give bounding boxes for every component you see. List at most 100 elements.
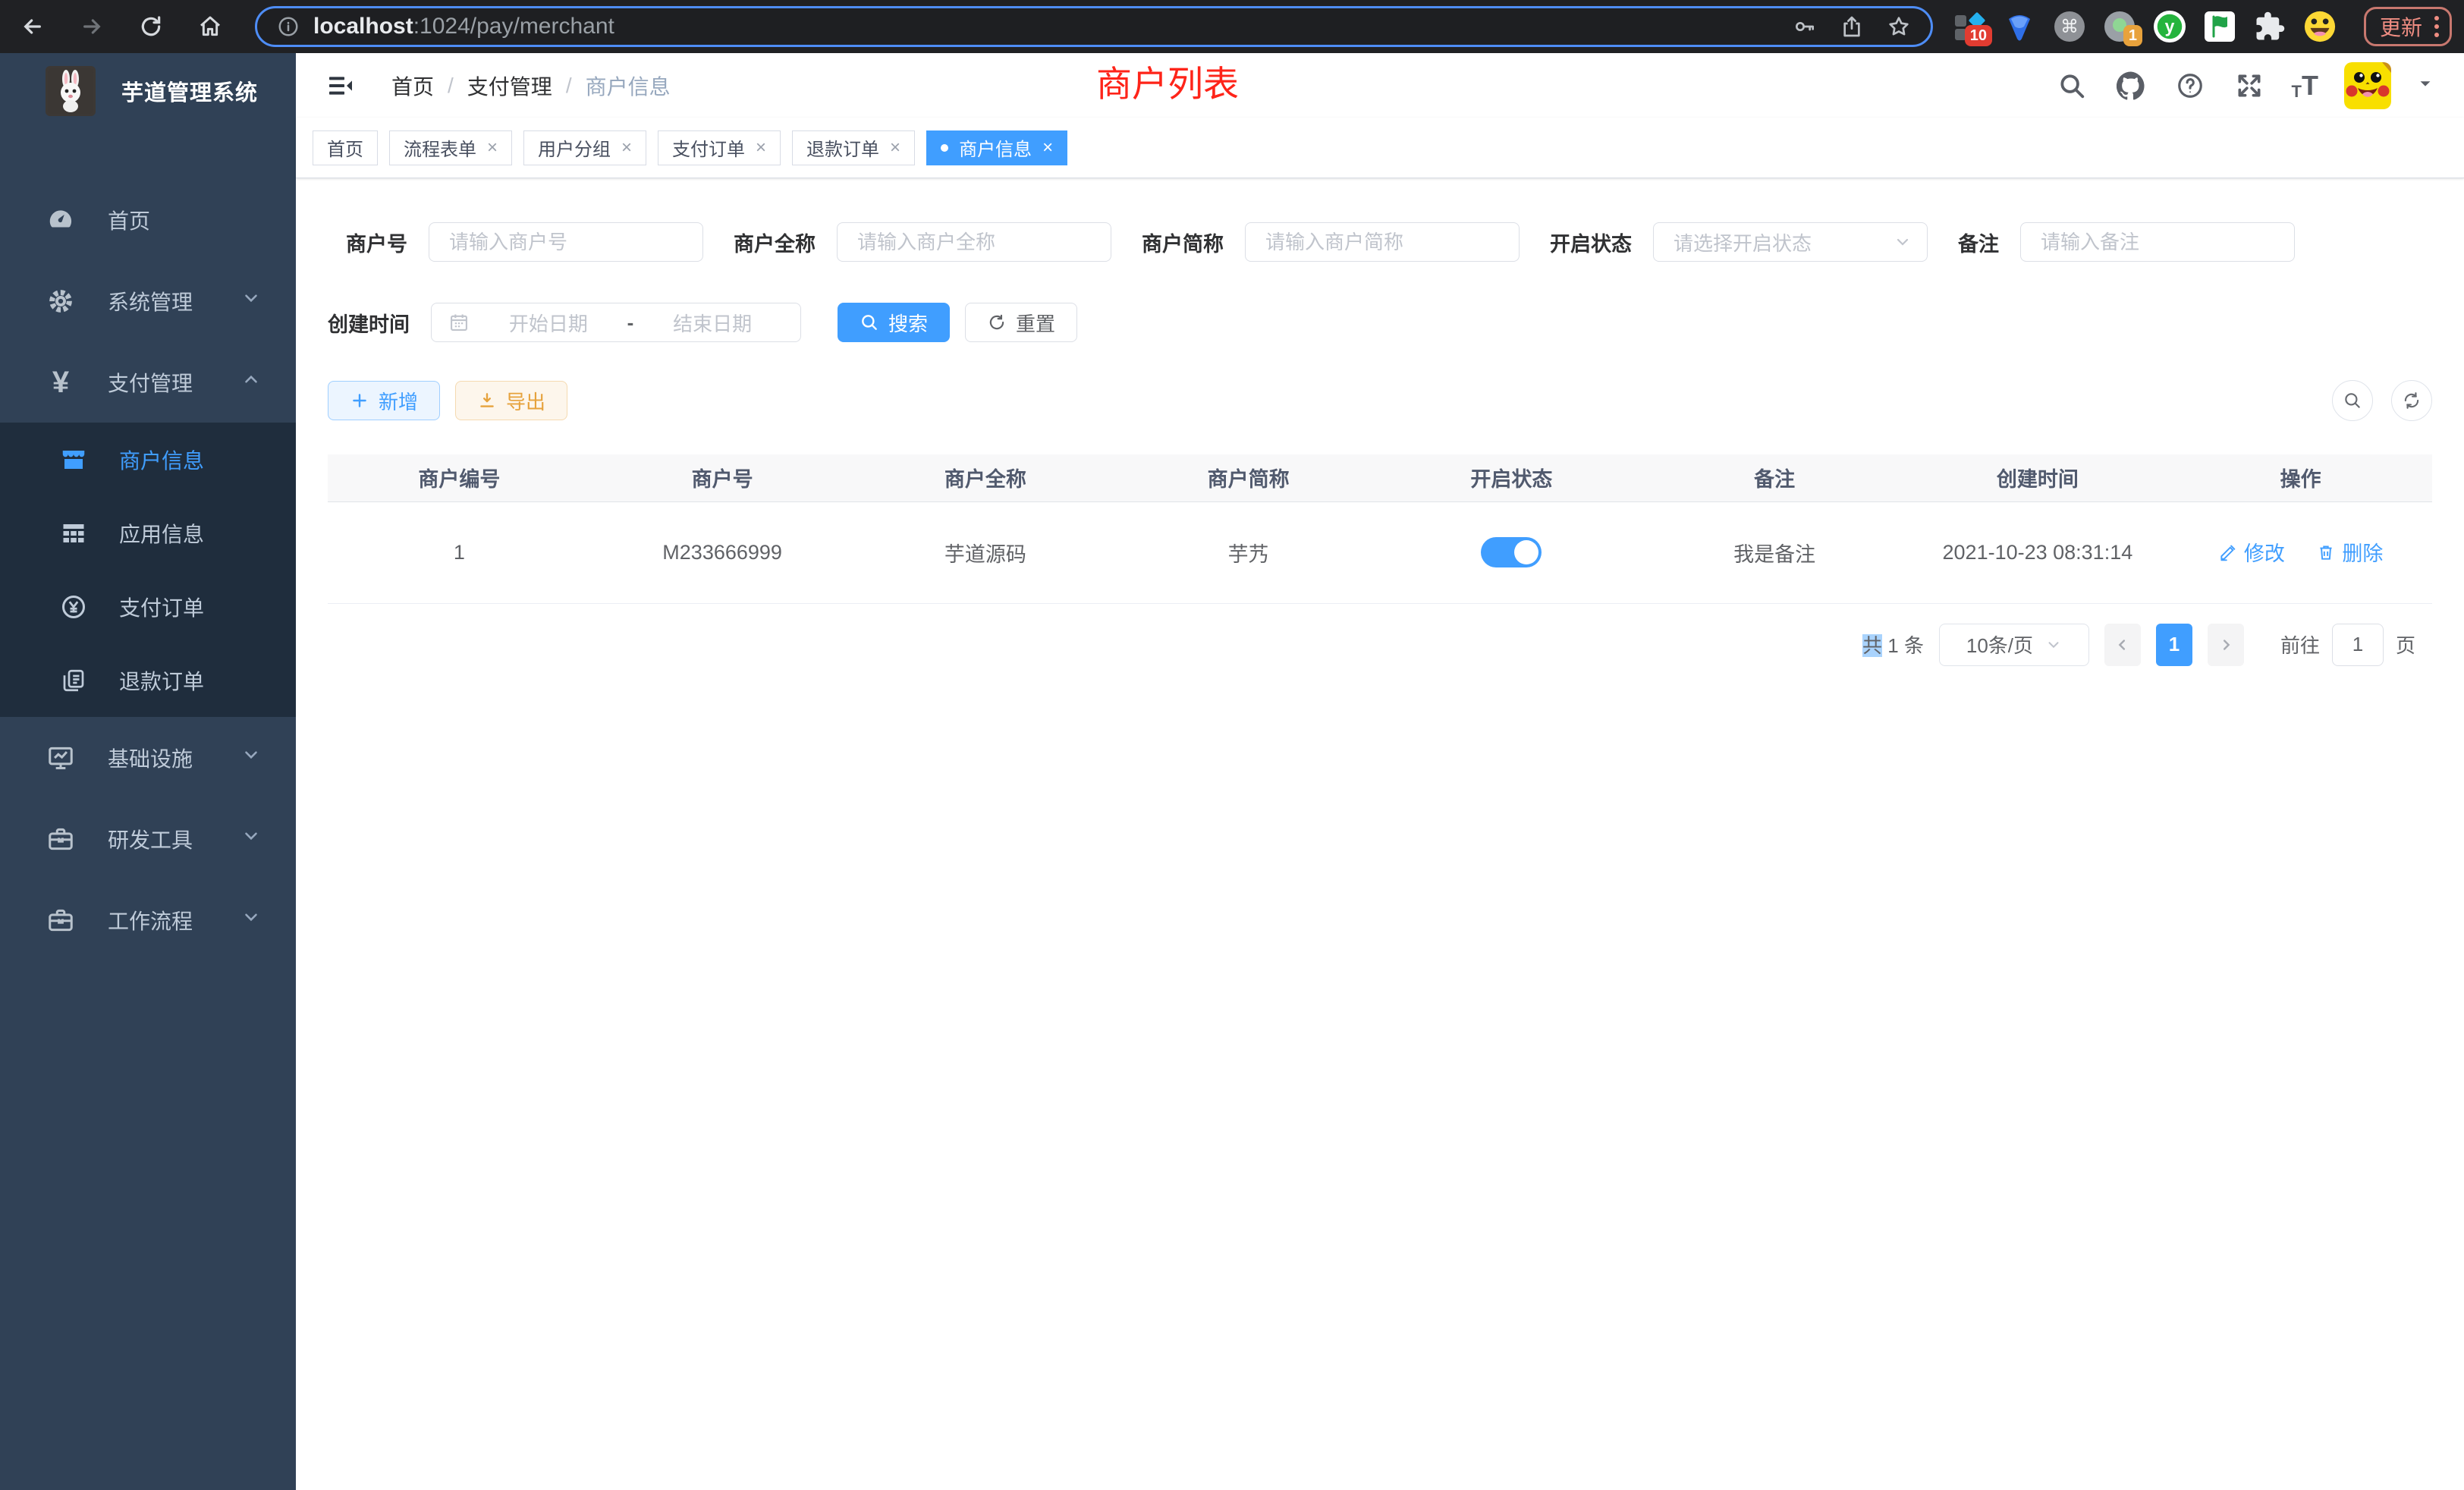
sidebar-item-refund-order[interactable]: 退款订单	[0, 643, 296, 717]
help-icon[interactable]	[2173, 69, 2207, 102]
toggle-search-button[interactable]	[2332, 380, 2373, 421]
sidebar-item-dev-tools[interactable]: 研发工具	[0, 798, 296, 879]
extension-y-logo-icon[interactable]: y	[2153, 8, 2186, 45]
user-avatar[interactable]	[2344, 62, 2391, 109]
filter-row-1: 商户号 商户全称 商户简称 开启状态 请选择开启状态	[328, 222, 2432, 262]
extension-command-icon[interactable]: ⌘	[2053, 8, 2086, 45]
page-number-active[interactable]: 1	[2156, 624, 2192, 666]
tab-item[interactable]: 退款订单×	[792, 130, 915, 165]
merchant-short-name-input[interactable]	[1245, 222, 1520, 262]
reset-button[interactable]: 重置	[965, 303, 1077, 342]
remark-label: 备注	[1958, 228, 1999, 257]
goto-page-input[interactable]	[2332, 624, 2384, 666]
sidebar-item-merchant-info[interactable]: 商户信息	[0, 423, 296, 496]
active-tab-dot	[941, 144, 948, 152]
tab-label: 支付订单	[672, 134, 745, 161]
extension-tabs-icon[interactable]: 10	[1953, 8, 1986, 45]
tab-close-icon[interactable]: ×	[890, 137, 900, 159]
bookmark-star-icon[interactable]	[1887, 14, 1911, 39]
sidebar-item-label: 支付管理	[108, 367, 241, 398]
tab-item[interactable]: 流程表单 ×	[389, 130, 512, 165]
share-icon[interactable]	[1840, 14, 1864, 39]
add-button[interactable]: 新增	[328, 381, 440, 420]
table-header-row: 商户编号 商户号 商户全称 商户简称 开启状态 备注 创建时间 操作	[328, 454, 2432, 501]
col-actions: 操作	[2169, 454, 2432, 501]
tab-label: 流程表单	[404, 134, 476, 161]
edit-link[interactable]: 修改	[2218, 537, 2285, 567]
status-select[interactable]: 请选择开启状态	[1653, 222, 1928, 262]
sidebar-item-label: 工作流程	[108, 905, 241, 935]
chevron-down-icon	[241, 745, 261, 770]
extension-flag-icon[interactable]	[2203, 8, 2236, 45]
chevron-down-icon	[241, 288, 261, 313]
dashboard-icon	[44, 206, 77, 234]
reload-icon[interactable]	[137, 12, 165, 41]
sidebar-item-infra[interactable]: 基础设施	[0, 717, 296, 798]
password-key-icon[interactable]	[1793, 14, 1817, 39]
tab-item-active[interactable]: 商户信息×	[926, 130, 1067, 165]
sidebar-item-pay-order[interactable]: 支付订单	[0, 570, 296, 643]
fullscreen-icon[interactable]	[2233, 69, 2266, 102]
refresh-table-button[interactable]	[2391, 380, 2432, 421]
page-size-select[interactable]: 10条/页	[1939, 624, 2089, 666]
col-remark: 备注	[1643, 454, 1906, 501]
top-navbar: 首页 / 支付管理 / 商户信息 TT	[296, 53, 2464, 118]
cell-remark: 我是备注	[1643, 501, 1906, 603]
forward-icon[interactable]	[77, 12, 106, 41]
prev-page-button[interactable]	[2104, 624, 2141, 666]
tab-label: 用户分组	[538, 134, 611, 161]
merchant-full-name-input[interactable]	[837, 222, 1111, 262]
merchant-full-name-label: 商户全称	[734, 228, 816, 257]
delete-link[interactable]: 删除	[2316, 537, 2383, 567]
browser-menu-icon[interactable]	[2434, 16, 2439, 37]
col-short-name: 商户简称	[1117, 454, 1380, 501]
breadcrumb-payment[interactable]: 支付管理	[467, 71, 552, 101]
cell-merchant-no: M233666999	[591, 501, 854, 603]
app-logo[interactable]: 芋道管理系统	[0, 53, 296, 129]
avatar-caret-down-icon[interactable]	[2417, 75, 2434, 96]
sidebar-item-workflow[interactable]: 工作流程	[0, 879, 296, 960]
extension-cone-icon[interactable]	[2003, 8, 2036, 45]
chrome-update-button[interactable]: 更新	[2364, 7, 2452, 46]
extensions-puzzle-icon[interactable]	[2253, 8, 2286, 45]
tab-item[interactable]: 首页	[313, 130, 378, 165]
briefcase-icon	[44, 906, 77, 935]
sidebar-item-payment[interactable]: ¥ 支付管理	[0, 341, 296, 423]
date-range-picker[interactable]: 开始日期 - 结束日期	[431, 303, 801, 342]
sidebar-item-label: 退款订单	[119, 665, 296, 696]
profile-emoji-icon[interactable]	[2303, 8, 2337, 45]
sidebar-fold-icon[interactable]	[325, 70, 357, 102]
home-icon[interactable]	[196, 12, 225, 41]
merchant-no-input[interactable]	[429, 222, 703, 262]
search-icon[interactable]	[2055, 69, 2088, 102]
app-title: 芋道管理系统	[121, 75, 258, 107]
sidebar-item-app-info[interactable]: 应用信息	[0, 496, 296, 570]
tab-item[interactable]: 用户分组 ×	[523, 130, 646, 165]
font-size-icon[interactable]: TT	[2292, 70, 2318, 102]
shop-icon	[57, 446, 90, 473]
back-icon[interactable]	[18, 12, 47, 41]
tab-item[interactable]: 支付订单 ×	[658, 130, 781, 165]
page-info-icon[interactable]	[277, 15, 300, 38]
sidebar-item-label: 基础设施	[108, 743, 241, 773]
search-button[interactable]: 搜索	[838, 303, 950, 342]
next-page-button[interactable]	[2208, 624, 2244, 666]
address-bar[interactable]: localhost:1024/pay/merchant	[255, 6, 1933, 47]
tab-close-icon[interactable]: ×	[487, 137, 498, 159]
yen-icon: ¥	[44, 367, 77, 398]
tab-close-icon[interactable]: ×	[756, 137, 766, 159]
status-toggle[interactable]	[1481, 537, 1542, 567]
goto-label: 前往	[2280, 630, 2320, 659]
github-icon[interactable]	[2114, 69, 2148, 102]
tab-close-icon[interactable]: ×	[621, 137, 632, 159]
sidebar-item-system[interactable]: 系统管理	[0, 260, 296, 341]
search-icon	[2343, 391, 2362, 410]
chevron-up-icon	[241, 369, 261, 395]
documents-icon	[57, 667, 90, 694]
export-button[interactable]: 导出	[455, 381, 567, 420]
remark-input[interactable]	[2020, 222, 2295, 262]
tab-close-icon[interactable]: ×	[1042, 137, 1053, 159]
breadcrumb-home[interactable]: 首页	[391, 71, 434, 101]
sidebar-item-home[interactable]: 首页	[0, 179, 296, 260]
extension-recorder-icon[interactable]: 1	[2103, 8, 2136, 45]
